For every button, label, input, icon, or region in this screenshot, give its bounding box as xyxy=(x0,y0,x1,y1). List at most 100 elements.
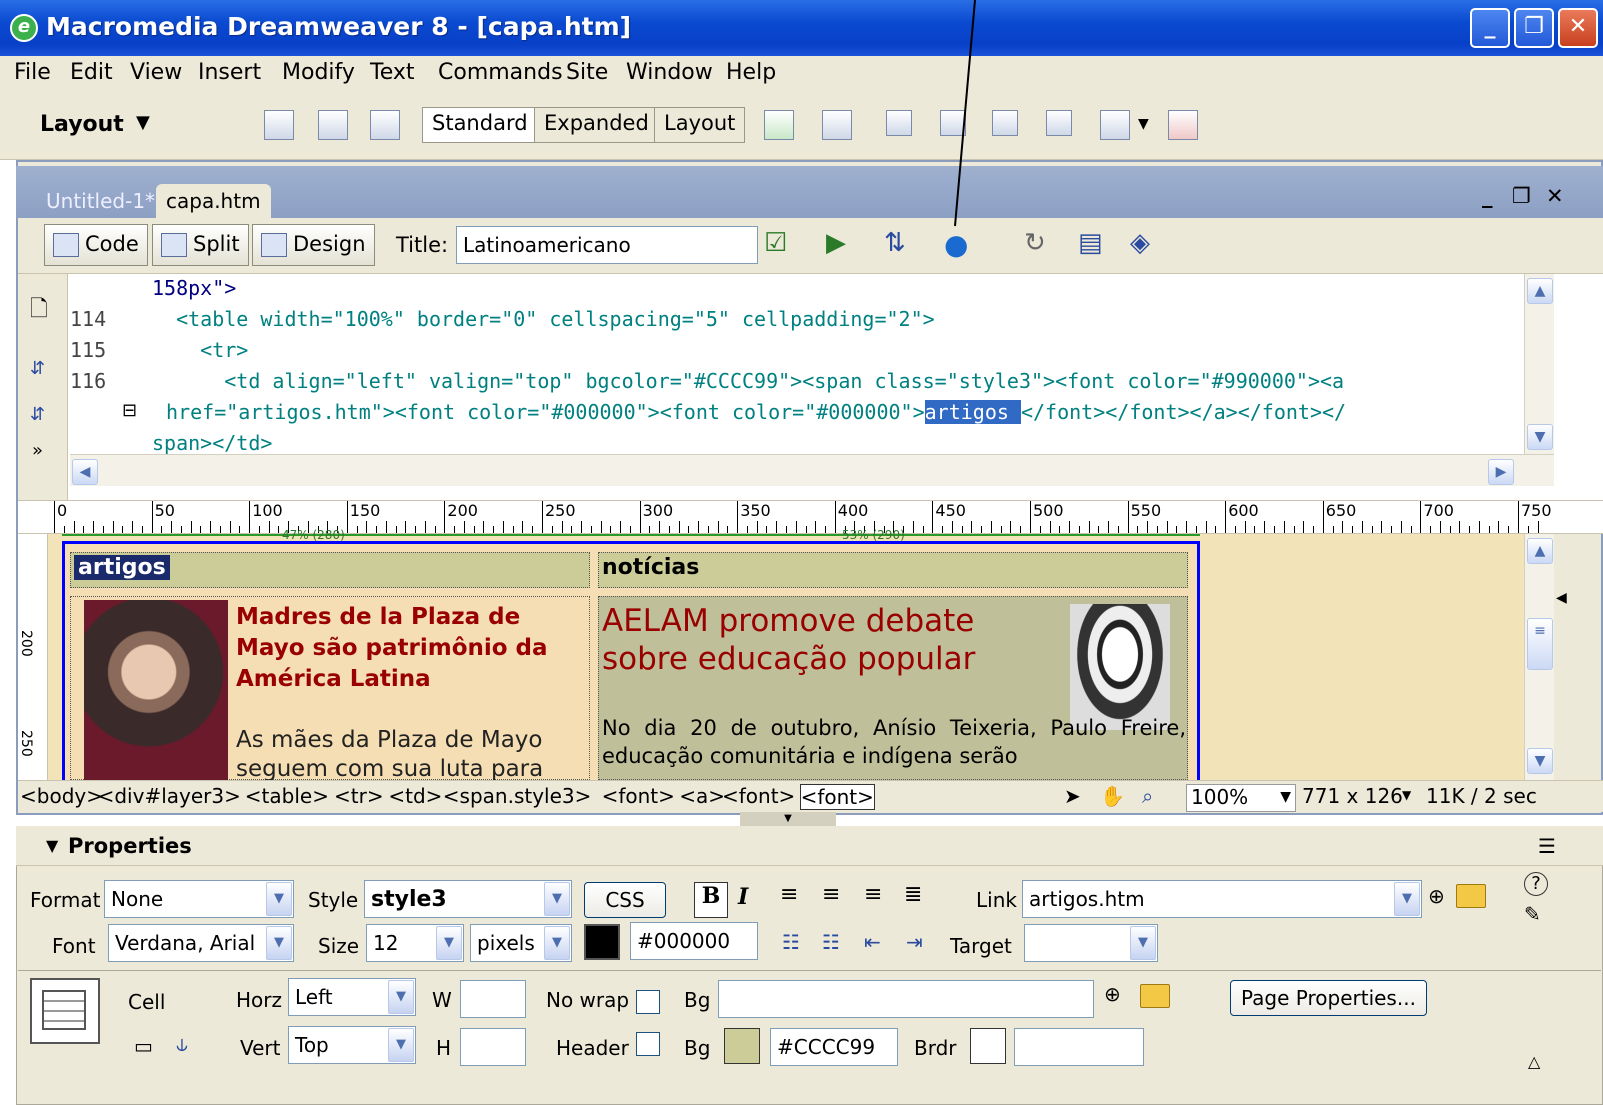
restore-button[interactable]: ❐ xyxy=(1514,8,1554,48)
insert-row-above-icon[interactable] xyxy=(886,110,912,136)
format-select[interactable]: None ▼ xyxy=(104,880,294,918)
vert-select[interactable]: Top ▼ xyxy=(288,1026,416,1064)
code-line[interactable]: <table width="100%" border="0" cellspaci… xyxy=(152,307,935,331)
zoom-tool-icon[interactable]: ⌕ xyxy=(1142,784,1153,808)
draw-layout-cell-icon[interactable] xyxy=(822,110,852,140)
menu-help[interactable]: Help xyxy=(726,60,776,85)
close-button[interactable]: ✕ xyxy=(1558,8,1598,48)
minimize-button[interactable]: _ xyxy=(1470,8,1510,48)
code-line[interactable]: href="artigos.htm"><font color="#000000"… xyxy=(154,400,1346,424)
design-scroll-up-icon[interactable]: ▲ xyxy=(1527,538,1553,564)
article2-title[interactable]: AELAM promove debate sobre educação popu… xyxy=(602,602,1042,678)
design-vertical-scrollbar[interactable]: ▲ ≡ ▼ xyxy=(1524,534,1554,780)
mode-standard-button[interactable]: Standard xyxy=(422,107,538,143)
justify-icon[interactable]: ≣ xyxy=(904,882,922,907)
tag-selector-item[interactable]: <body> xyxy=(20,784,103,808)
insert-column-right-icon[interactable] xyxy=(1046,110,1072,136)
tag-selector-item[interactable]: <font> xyxy=(602,784,675,808)
bg-color-input[interactable]: #CCCC99 xyxy=(770,1028,898,1066)
tag-selector-item[interactable]: <span.style3> xyxy=(443,784,592,808)
browser-check-icon[interactable]: ▶ xyxy=(826,228,846,258)
indent-icon[interactable]: ⇥ xyxy=(906,930,923,954)
horz-select[interactable]: Left ▼ xyxy=(288,978,416,1016)
tag-selector-item[interactable]: <tr> xyxy=(334,784,384,808)
design-scroll-thumb[interactable]: ≡ xyxy=(1527,618,1553,670)
collapse-triangle-icon[interactable]: ▼ xyxy=(46,836,58,855)
bg-browse-folder-icon[interactable] xyxy=(1140,984,1170,1008)
article1-title[interactable]: Madres de la Plaza de Mayo são patrimôni… xyxy=(236,602,576,695)
code-vertical-scrollbar[interactable]: ▲ ▼ xyxy=(1524,274,1554,454)
properties-header[interactable]: ▼ Properties ☰ xyxy=(16,826,1603,866)
align-center-icon[interactable]: ≡ xyxy=(822,882,840,907)
panel-collapse-arrow-icon[interactable]: ◀ xyxy=(1556,590,1567,606)
chevron-down-icon[interactable]: ▼ xyxy=(136,112,150,133)
outdent-icon[interactable]: ⇤ xyxy=(864,930,881,954)
nowrap-checkbox[interactable] xyxy=(636,990,660,1014)
scroll-left-icon[interactable]: ◀ xyxy=(72,459,98,485)
css-button[interactable]: CSS xyxy=(584,882,666,918)
draw-layout-table-icon[interactable] xyxy=(764,110,794,140)
scroll-down-icon[interactable]: ▼ xyxy=(1527,424,1553,450)
text-color-swatch[interactable] xyxy=(584,924,620,960)
table-icon[interactable] xyxy=(264,110,294,140)
tag-selector-item[interactable]: <font> xyxy=(799,784,875,810)
width-input[interactable] xyxy=(460,980,526,1018)
scroll-up-icon[interactable]: ▲ xyxy=(1527,278,1553,304)
insert-category-label[interactable]: Layout xyxy=(40,112,124,137)
noticias-header-text[interactable]: notícias xyxy=(602,555,699,580)
point-to-file-icon[interactable]: ⊕ xyxy=(1428,884,1445,908)
size-select[interactable]: 12 ▼ xyxy=(366,924,464,962)
border-color-input[interactable] xyxy=(1014,1028,1144,1066)
browse-folder-icon[interactable] xyxy=(1456,884,1486,908)
expand-panel-icon[interactable]: △ xyxy=(1528,1052,1540,1071)
bold-button[interactable]: B xyxy=(694,882,728,918)
tab-capa-htm[interactable]: capa.htm xyxy=(156,184,271,218)
visual-aids-icon[interactable]: ◈ xyxy=(1130,228,1150,258)
merge-cells-icon[interactable]: ▭ xyxy=(134,1034,153,1058)
doc-close-icon[interactable]: ✕ xyxy=(1546,184,1564,208)
panel-splitter[interactable]: ▼ xyxy=(740,812,836,826)
mode-layout-button[interactable]: Layout xyxy=(654,107,746,143)
border-color-swatch[interactable] xyxy=(970,1028,1006,1064)
collapse-tag-icon[interactable]: ⇵ xyxy=(30,358,45,379)
code-line[interactable]: span></td> xyxy=(152,431,272,455)
mode-expanded-button[interactable]: Expanded xyxy=(534,107,659,143)
bg-image-input[interactable] xyxy=(718,980,1094,1018)
menu-edit[interactable]: Edit xyxy=(70,60,113,85)
tabular-data-icon[interactable] xyxy=(1168,110,1198,140)
tag-selector-item[interactable]: <td> xyxy=(388,784,442,808)
design-scroll-down-icon[interactable]: ▼ xyxy=(1527,748,1553,774)
style-select[interactable]: style3 ▼ xyxy=(364,880,572,918)
view-options-icon[interactable]: ▤ xyxy=(1078,228,1103,258)
open-documents-icon[interactable]: 🗋 xyxy=(30,292,48,330)
layer-icon[interactable] xyxy=(318,110,348,140)
refresh-design-view-icon[interactable]: ↻ xyxy=(1024,228,1046,258)
split-cell-icon[interactable]: ⫝ xyxy=(176,1032,188,1056)
link-input[interactable]: artigos.htm ▼ xyxy=(1022,880,1422,918)
menu-text[interactable]: Text xyxy=(370,60,415,85)
layout-table-icon[interactable] xyxy=(370,110,400,140)
code-horizontal-scrollbar[interactable]: ◀ ▶ xyxy=(70,454,1554,486)
page-properties-button[interactable]: Page Properties... xyxy=(1230,980,1427,1016)
collapse-selection-icon[interactable]: ⇵ xyxy=(30,404,45,425)
pointer-tool-icon[interactable]: ➤ xyxy=(1064,784,1081,808)
help-icon[interactable]: ? xyxy=(1524,872,1548,896)
tab-untitled-1[interactable]: Untitled-1* xyxy=(36,184,165,218)
panel-options-icon[interactable]: ☰ xyxy=(1538,834,1556,858)
align-left-icon[interactable]: ≡ xyxy=(780,882,798,907)
design-view-button[interactable]: Design xyxy=(252,224,375,266)
code-view-button[interactable]: Code xyxy=(44,224,148,266)
collapse-toggle-icon[interactable]: ⊟ xyxy=(122,400,137,421)
split-view-button[interactable]: Split xyxy=(152,224,249,266)
file-management-icon[interactable]: ⇅ xyxy=(884,228,906,258)
menu-site[interactable]: Site xyxy=(566,60,608,85)
unordered-list-icon[interactable]: ☷ xyxy=(782,930,800,954)
italic-button[interactable]: I xyxy=(738,884,748,910)
menu-file[interactable]: File xyxy=(14,60,51,85)
ordered-list-icon[interactable]: ☷ xyxy=(822,930,840,954)
window-size-dropdown-icon[interactable]: ▼ xyxy=(1402,788,1411,802)
menu-window[interactable]: Window xyxy=(626,60,713,85)
page-title-input[interactable]: Latinoamericano xyxy=(456,226,758,264)
menu-modify[interactable]: Modify xyxy=(282,60,355,85)
tag-selector-item[interactable]: <font> xyxy=(722,784,795,808)
